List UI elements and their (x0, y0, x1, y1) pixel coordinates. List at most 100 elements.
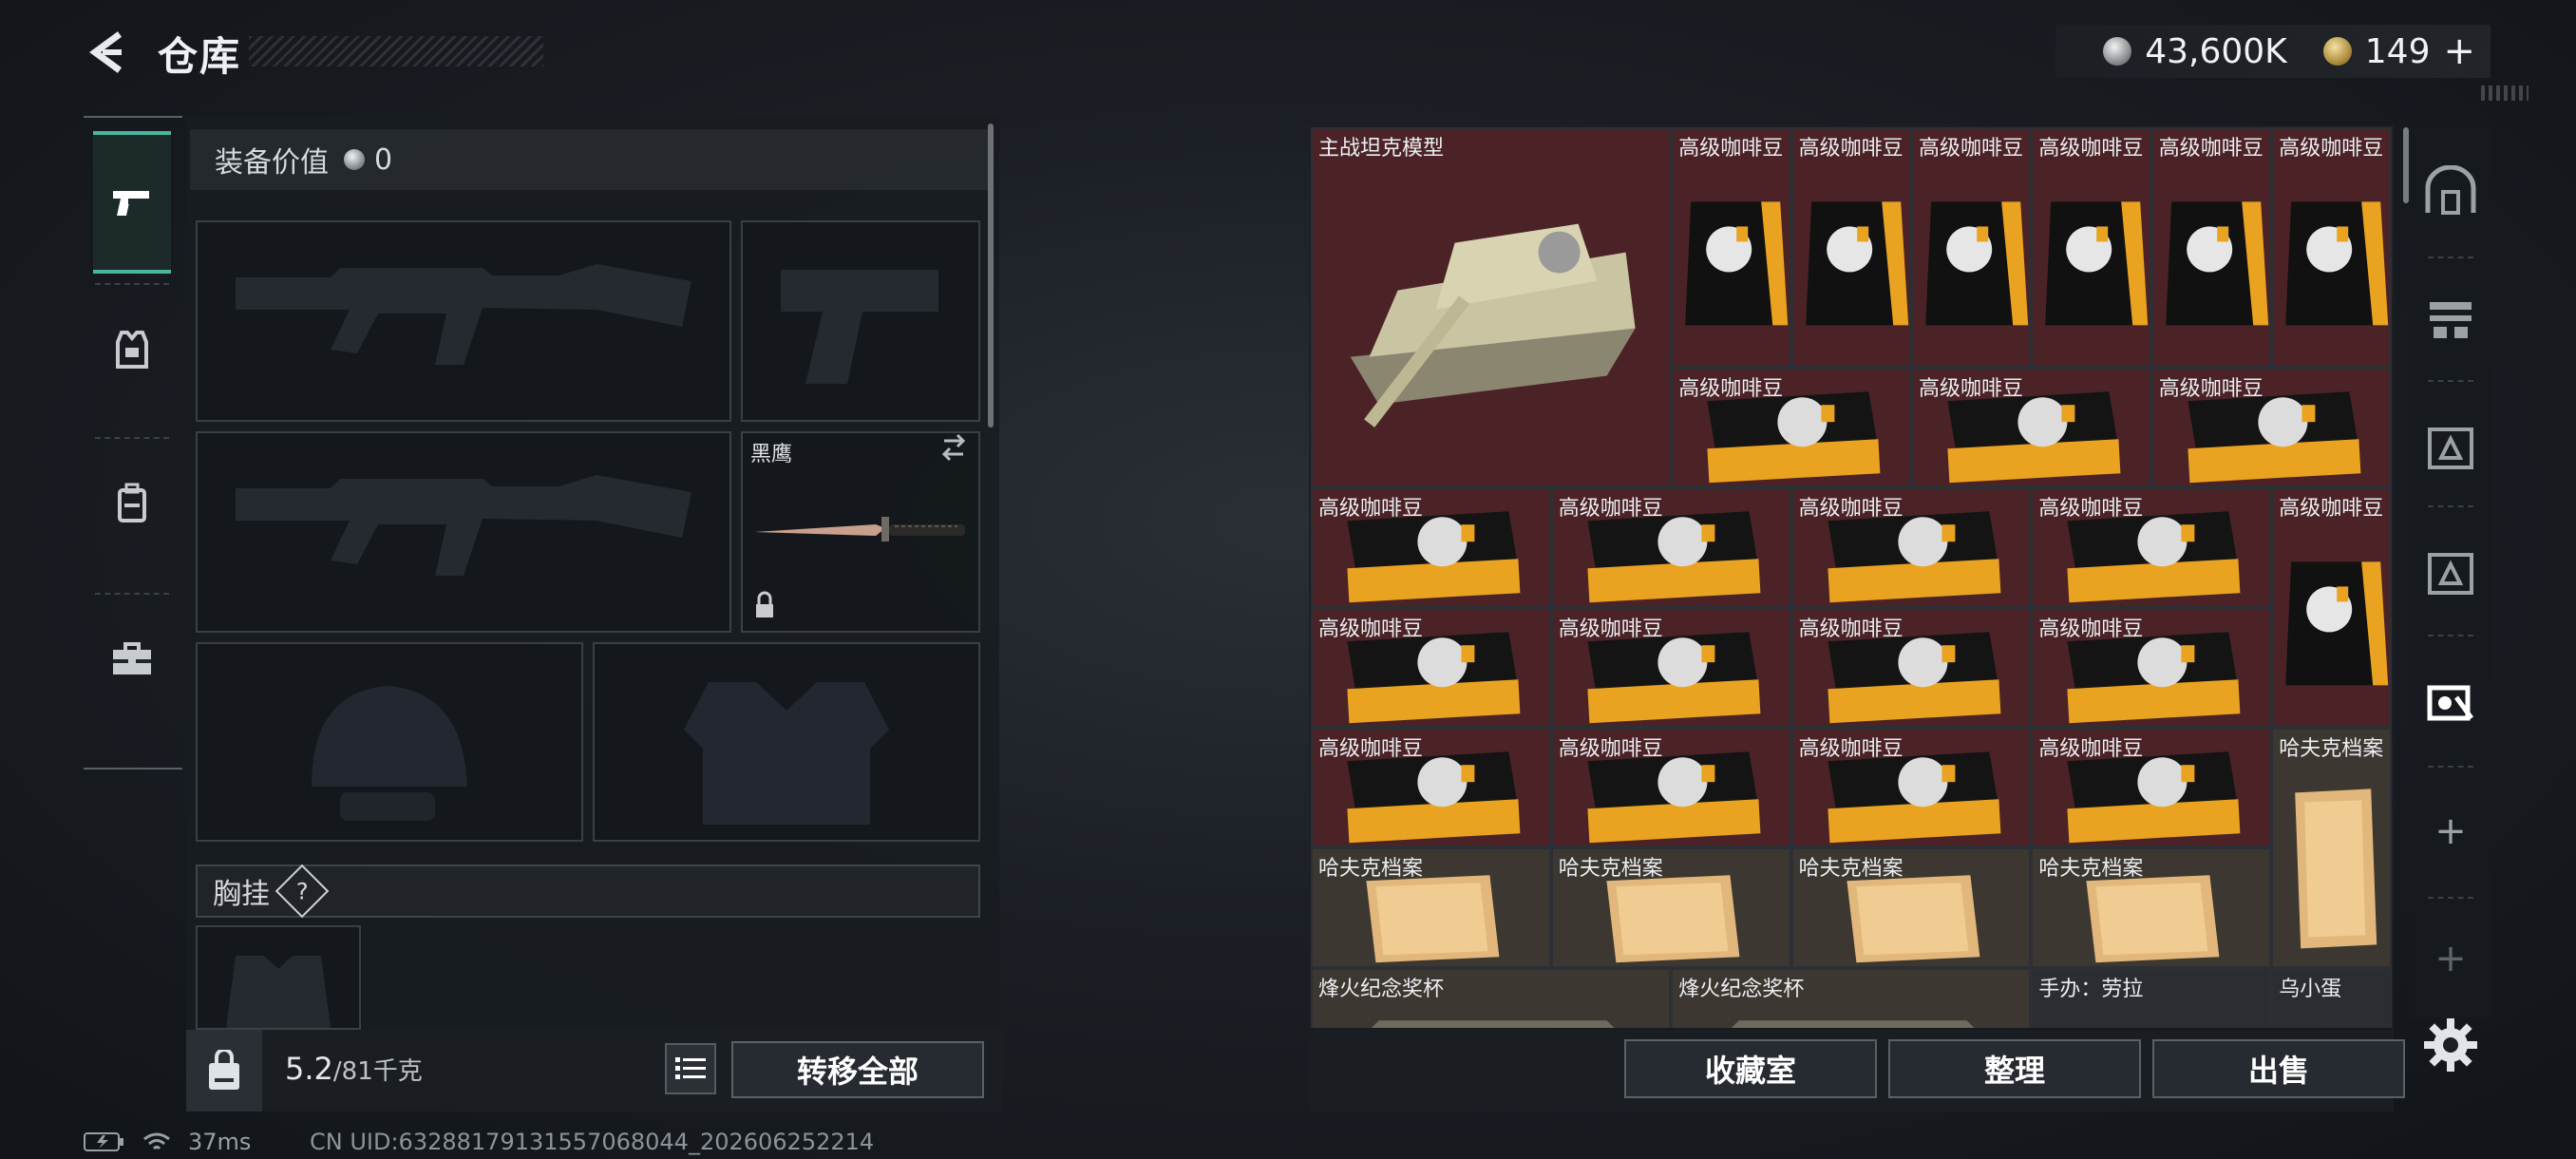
weight-readout: 5.2/81千克 (285, 1051, 423, 1087)
chest-rig-slot[interactable] (196, 925, 361, 1030)
item-label: 高级咖啡豆 (2279, 137, 2384, 161)
inventory-item-coffee-flat[interactable]: 高级咖啡豆 (1671, 367, 1911, 488)
secondary-weapon-slot[interactable] (196, 431, 731, 633)
item-label: 高级咖啡豆 (1678, 137, 1784, 161)
item-label: 乌小蛋 (2279, 977, 2342, 1001)
inventory-item-tank[interactable]: 主战坦克模型 (1311, 127, 1672, 488)
item-label: 手办：劳拉 (2038, 977, 2144, 1001)
case-icon (113, 642, 151, 674)
menu-dots-icon[interactable] (2481, 86, 2529, 101)
inventory-item-file[interactable]: 哈夫克档案 (2031, 847, 2272, 968)
storage-case-1-icon[interactable] (2418, 416, 2483, 481)
collection-room-button[interactable]: 收藏室 (1624, 1039, 1877, 1098)
inventory-item-coffee-bag[interactable]: 高级咖啡豆 (2031, 127, 2151, 368)
inventory-item-coffee-flat[interactable]: 高级咖啡豆 (2031, 607, 2272, 728)
inventory-item-file[interactable]: 哈夫克档案 (1311, 847, 1551, 968)
item-label: 高级咖啡豆 (1318, 617, 1424, 641)
currency-gold-amount: 149 (2364, 31, 2431, 71)
item-label: 高级咖啡豆 (2279, 497, 2384, 522)
chest-rig-header: 胸挂 ? (196, 864, 980, 919)
settings-gear-icon[interactable] (2420, 1015, 2481, 1075)
inventory-item-coffee-bag[interactable]: 高级咖啡豆 (1671, 127, 1791, 368)
item-label: 高级咖啡豆 (1919, 376, 2024, 401)
item-label: 高级咖啡豆 (1318, 497, 1424, 522)
inventory-item-coffee-flat[interactable]: 高级咖啡豆 (1311, 487, 1551, 608)
inventory-item-coffee-flat[interactable]: 高级咖啡豆 (1550, 728, 1791, 848)
add-storage-button[interactable]: + (2418, 809, 2483, 853)
inventory-item-file[interactable]: 哈夫克档案 (1790, 847, 2032, 968)
equipment-scrollbar[interactable] (988, 124, 994, 428)
back-arrow-icon[interactable] (84, 28, 131, 76)
item-label: 烽火纪念奖杯 (1318, 977, 1445, 1001)
body-armor-slot[interactable] (593, 642, 980, 842)
list-view-button[interactable] (665, 1043, 716, 1094)
item-label: 高级咖啡豆 (1558, 737, 1663, 761)
item-label: 哈夫克档案 (1558, 857, 1663, 882)
inventory-item-coffee-bag[interactable]: 高级咖啡豆 (2150, 127, 2272, 368)
item-label: 高级咖啡豆 (1558, 497, 1663, 522)
inventory-grid: 主战坦克模型 高级咖啡豆 高级咖啡豆 高级咖啡豆 高级咖啡豆 高级咖啡豆 高级咖啡豆 高级咖啡… (1311, 127, 2394, 1028)
inventory-item-file-tall[interactable]: 哈夫克档案 (2271, 728, 2392, 968)
item-label: 哈夫克档案 (1318, 857, 1424, 882)
status-bar: 37ms (84, 1129, 251, 1155)
swap-icon (941, 433, 966, 462)
backpack-icon (118, 483, 146, 522)
file-folder-icon (2295, 788, 2377, 949)
add-storage-button-locked[interactable]: + (2418, 937, 2483, 980)
coffee-bag-icon (1925, 201, 2029, 326)
helmet-slot[interactable] (196, 642, 583, 842)
silver-coin-icon (344, 149, 365, 170)
help-icon[interactable]: ? (275, 864, 330, 919)
inventory-item-coffee-flat[interactable]: 高级咖啡豆 (2031, 487, 2272, 608)
inventory-item-trophy[interactable]: 烽火纪念奖杯 (1311, 967, 1672, 1028)
tab-weapons[interactable] (93, 131, 171, 274)
inventory-item-coffee-flat[interactable]: 高级咖啡豆 (2031, 728, 2272, 848)
backpack-weight-icon (186, 1030, 262, 1112)
inventory-item-figure[interactable]: 手办：劳拉 (2031, 967, 2272, 1028)
tab-backpack[interactable] (93, 446, 171, 560)
vest-icon (116, 331, 148, 369)
player-uid: CN UID:6328817913155706804​4_20260625221… (310, 1129, 875, 1155)
inventory-item-coffee-bag[interactable]: 高级咖啡豆 (1911, 127, 2032, 368)
coffee-bag-icon (2045, 201, 2149, 326)
pistol-silhouette-icon (781, 270, 938, 384)
add-currency-button[interactable]: + (2443, 29, 2475, 73)
inventory-item-file[interactable]: 哈夫克档案 (1550, 847, 1791, 968)
tab-case[interactable] (93, 602, 171, 716)
tab-armor[interactable] (93, 293, 171, 407)
inventory-item-coffee-flat[interactable]: 高级咖啡豆 (1790, 487, 2032, 608)
inventory-item-coffee-flat[interactable]: 高级咖啡豆 (1790, 728, 2032, 848)
primary-weapon-slot[interactable] (196, 220, 731, 422)
chest-rig-silhouette-icon (226, 956, 331, 1028)
item-label: 哈夫克档案 (2279, 737, 2384, 761)
sidearm-slot[interactable] (741, 220, 980, 422)
equipment-value-label: 装备价值 (215, 146, 329, 180)
storage-main-icon[interactable] (2418, 158, 2483, 222)
inventory-item-coffee-flat[interactable]: 高级咖啡豆 (1311, 607, 1551, 728)
inventory-item-coffee-flat[interactable]: 高级咖啡豆 (1790, 607, 2032, 728)
inventory-item-coffee-flat[interactable]: 高级咖啡豆 (1550, 487, 1791, 608)
transfer-all-button[interactable]: 转移全部 (731, 1041, 984, 1098)
helmet-silhouette-icon (312, 686, 467, 821)
sell-button[interactable]: 出售 (2152, 1039, 2405, 1098)
coffee-bag-icon (2285, 201, 2389, 326)
inventory-item-coffee-bag[interactable]: 高级咖啡豆 (2271, 127, 2392, 368)
inventory-item-coffee-bag[interactable]: 高级咖啡豆 (1790, 127, 1911, 368)
inventory-item-coffee-flat[interactable]: 高级咖啡豆 (2150, 367, 2392, 488)
item-label: 主战坦克模型 (1318, 137, 1445, 161)
melee-slot[interactable]: 黑鹰 (741, 431, 980, 633)
inventory-item-coffee-bag[interactable]: 高级咖啡豆 (2271, 487, 2392, 728)
silver-coin-icon (2103, 37, 2132, 66)
inventory-item-coffee-flat[interactable]: 高级咖啡豆 (1911, 367, 2151, 488)
battery-icon (84, 1132, 123, 1151)
inventory-item-trophy[interactable]: 烽火纪念奖杯 (1671, 967, 2032, 1028)
chest-rig-label: 胸挂 (213, 878, 270, 911)
inventory-item-coffee-flat[interactable]: 高级咖啡豆 (1550, 607, 1791, 728)
storage-weapon-icon[interactable] (2418, 285, 2483, 350)
sort-button[interactable]: 整理 (1888, 1039, 2141, 1098)
storage-collection-icon[interactable] (2418, 671, 2483, 735)
inventory-item-egg[interactable]: 乌小蛋 (2271, 967, 2392, 1028)
pistol-icon (113, 191, 149, 216)
storage-case-2-icon[interactable] (2418, 542, 2483, 606)
inventory-item-coffee-flat[interactable]: 高级咖啡豆 (1311, 728, 1551, 848)
